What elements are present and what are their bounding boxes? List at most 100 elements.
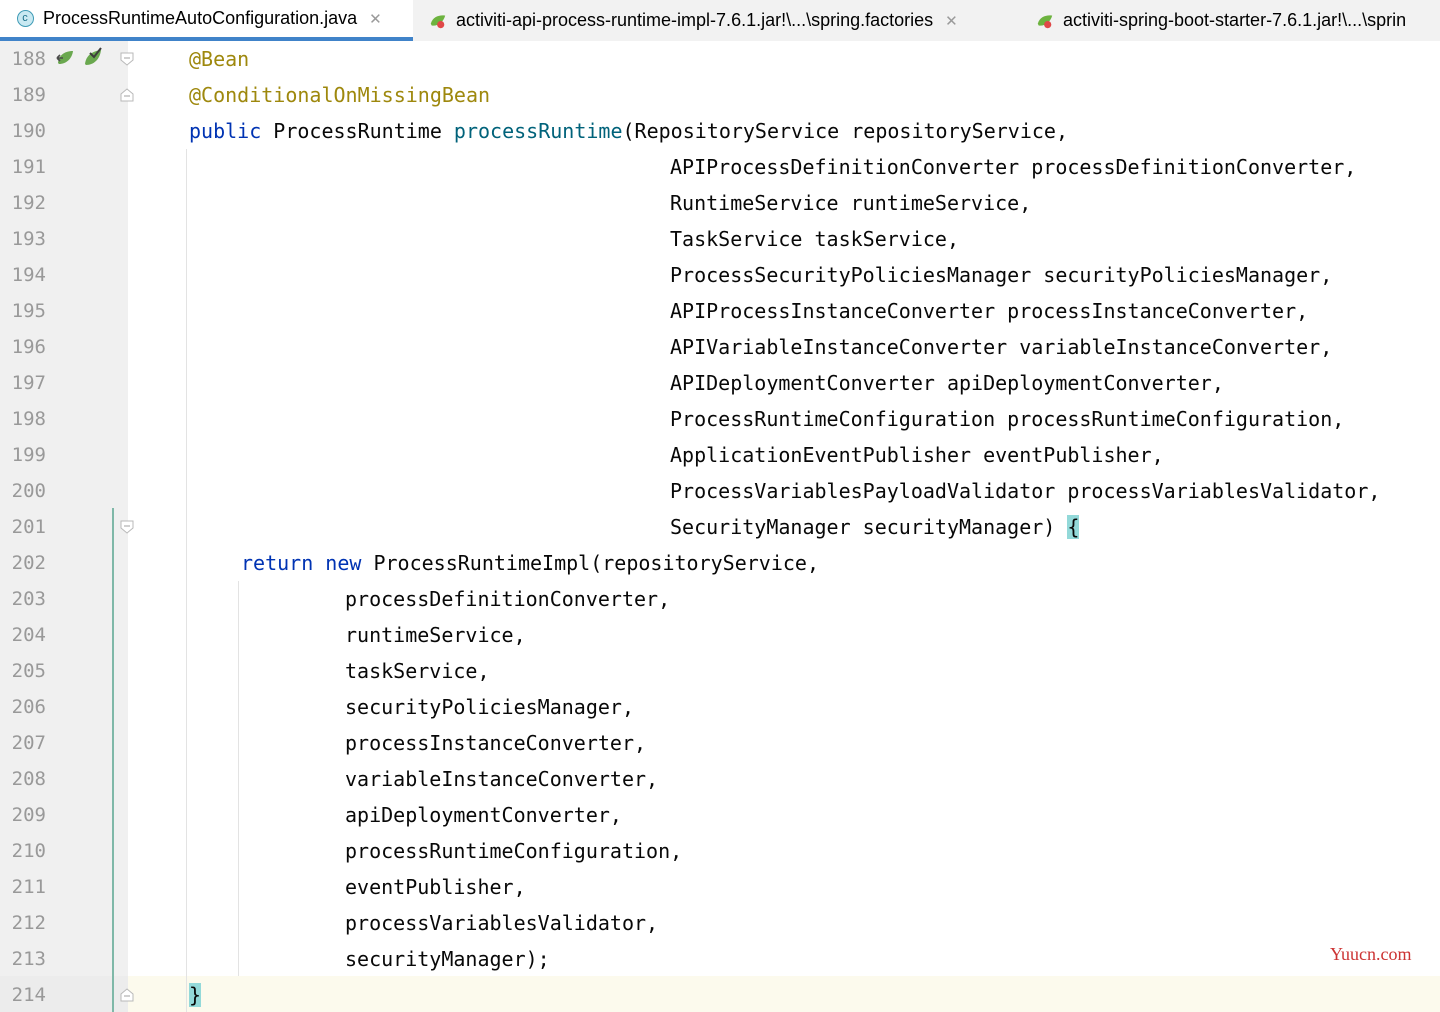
- line-number: 207: [11, 732, 46, 754]
- code-token: APIProcessDefinitionConverter processDef…: [670, 155, 1357, 179]
- code-text: APIVariableInstanceConverter variableIns…: [670, 329, 1332, 365]
- code-line[interactable]: 199 ApplicationEventPublisher eventPublis…: [0, 437, 1440, 473]
- line-number: 195: [11, 300, 46, 322]
- code-line[interactable]: 207 processInstanceConverter,: [0, 725, 1440, 761]
- java-class-icon: c: [16, 10, 34, 28]
- code-token: @Bean: [189, 47, 250, 71]
- code-text: ApplicationEventPublisher eventPublisher…: [670, 437, 1164, 473]
- line-number: 198: [11, 408, 46, 430]
- code-token: apiDeploymentConverter,: [345, 803, 622, 827]
- line-number: 208: [11, 768, 46, 790]
- close-icon[interactable]: ✕: [945, 12, 958, 30]
- code-token: variableInstanceConverter,: [345, 767, 659, 791]
- code-line[interactable]: 201 SecurityManager securityManager) {: [0, 509, 1440, 545]
- code-line[interactable]: 203 processDefinitionConverter,: [0, 581, 1440, 617]
- code-token: processRuntimeConfiguration,: [345, 839, 683, 863]
- code-text: APIProcessInstanceConverter processInsta…: [670, 293, 1308, 329]
- fold-marker-icon[interactable]: [120, 52, 134, 66]
- code-line[interactable]: 192 RuntimeService runtimeService,: [0, 185, 1440, 221]
- code-text: @Bean: [189, 41, 249, 77]
- code-token: runtimeService,: [345, 623, 526, 647]
- code-editor[interactable]: 188 @Bean 189 @ConditionalOnMissingBean 190 p…: [0, 41, 1440, 1012]
- line-number: 191: [11, 156, 46, 178]
- code-line[interactable]: 213 securityManager);: [0, 941, 1440, 977]
- code-text: APIProcessDefinitionConverter processDef…: [670, 149, 1356, 185]
- code-token: ProcessSecurityPoliciesManager securityP…: [670, 263, 1333, 287]
- tab-spring-boot-starter[interactable]: activiti-spring-boot-starter-7.6.1.jar!\…: [1020, 0, 1440, 41]
- code-token: processInstanceConverter,: [345, 731, 647, 755]
- code-line[interactable]: 197 APIDeploymentConverter apiDeploymentC…: [0, 365, 1440, 401]
- tab-label: ProcessRuntimeAutoConfiguration.java: [43, 8, 358, 28]
- code-token: eventPublisher,: [345, 875, 526, 899]
- code-text: ProcessSecurityPoliciesManager securityP…: [670, 257, 1332, 293]
- code-line[interactable]: 190 public ProcessRuntime processRuntime(…: [0, 113, 1440, 149]
- code-token: SecurityManager securityManager): [670, 515, 1068, 539]
- code-token: taskService,: [345, 659, 490, 683]
- line-number: 202: [11, 552, 46, 574]
- line-number: 206: [11, 696, 46, 718]
- code-token: (RepositoryService repositoryService,: [622, 119, 1069, 143]
- line-number: 199: [11, 444, 46, 466]
- code-token: new: [325, 551, 362, 575]
- code-text: eventPublisher,: [345, 869, 526, 905]
- code-line[interactable]: 198 ProcessRuntimeConfiguration processRu…: [0, 401, 1440, 437]
- code-line[interactable]: 194 ProcessSecurityPoliciesManager securi…: [0, 257, 1440, 293]
- code-token: APIProcessInstanceConverter processInsta…: [670, 299, 1309, 323]
- code-text: variableInstanceConverter,: [345, 761, 658, 797]
- code-line[interactable]: 209 apiDeploymentConverter,: [0, 797, 1440, 833]
- code-token: ProcessVariablesPayloadValidator process…: [670, 479, 1381, 503]
- code-line[interactable]: 202 return new ProcessRuntimeImpl(reposit…: [0, 545, 1440, 581]
- close-icon[interactable]: ✕: [369, 10, 382, 28]
- code-line[interactable]: 188 @Bean: [0, 41, 1440, 77]
- line-number: 203: [11, 588, 46, 610]
- code-text: public ProcessRuntime processRuntime(Rep…: [189, 113, 1068, 149]
- code-text: TaskService taskService,: [670, 221, 959, 257]
- code-token: return: [241, 551, 314, 575]
- code-line[interactable]: 205 taskService,: [0, 653, 1440, 689]
- code-token: ProcessRuntimeImpl(repositoryService,: [361, 551, 819, 575]
- code-line[interactable]: 208 variableInstanceConverter,: [0, 761, 1440, 797]
- code-text: securityManager);: [345, 941, 550, 977]
- code-token: {: [1067, 515, 1080, 539]
- line-number: 190: [11, 120, 46, 142]
- line-number: 213: [11, 948, 46, 970]
- fold-marker-icon[interactable]: [120, 520, 134, 534]
- line-number: 197: [11, 372, 46, 394]
- code-token: ApplicationEventPublisher eventPublisher…: [670, 443, 1164, 467]
- line-number: 211: [11, 876, 46, 898]
- code-text: securityPoliciesManager,: [345, 689, 634, 725]
- code-token: RuntimeService runtimeService,: [670, 191, 1032, 215]
- line-number: 192: [11, 192, 46, 214]
- code-token: @ConditionalOnMissingBean: [189, 83, 491, 107]
- code-line[interactable]: 214}: [0, 977, 1440, 1012]
- tab-process-runtime-auto-configuration[interactable]: c ProcessRuntimeAutoConfiguration.java ✕: [0, 0, 413, 41]
- fold-end-marker-icon[interactable]: [120, 988, 134, 1002]
- code-token: ProcessRuntime: [261, 119, 454, 143]
- code-token: TaskService taskService,: [670, 227, 959, 251]
- code-text: APIDeploymentConverter apiDeploymentConv…: [670, 365, 1224, 401]
- line-number: 210: [11, 840, 46, 862]
- code-line[interactable]: 189 @ConditionalOnMissingBean: [0, 77, 1440, 113]
- line-number: 209: [11, 804, 46, 826]
- code-line[interactable]: 212 processVariablesValidator,: [0, 905, 1440, 941]
- code-line[interactable]: 204 runtimeService,: [0, 617, 1440, 653]
- spring-factories-icon: [1036, 12, 1054, 30]
- code-line[interactable]: 210 processRuntimeConfiguration,: [0, 833, 1440, 869]
- code-line[interactable]: 211 eventPublisher,: [0, 869, 1440, 905]
- code-token: securityManager);: [345, 947, 550, 971]
- code-line[interactable]: 196 APIVariableInstanceConverter variable…: [0, 329, 1440, 365]
- code-text: }: [189, 977, 202, 1012]
- tab-spring-factories-impl[interactable]: activiti-api-process-runtime-impl-7.6.1.…: [413, 0, 1020, 41]
- code-text: apiDeploymentConverter,: [345, 797, 622, 833]
- code-line[interactable]: 206 securityPoliciesManager,: [0, 689, 1440, 725]
- tab-label: activiti-api-process-runtime-impl-7.6.1.…: [456, 10, 934, 30]
- code-line[interactable]: 195 APIProcessInstanceConverter processIn…: [0, 293, 1440, 329]
- line-number: 193: [11, 228, 46, 250]
- code-line[interactable]: 200 ProcessVariablesPayloadValidator proc…: [0, 473, 1440, 509]
- code-text: processVariablesValidator,: [345, 905, 658, 941]
- code-line[interactable]: 191 APIProcessDefinitionConverter process…: [0, 149, 1440, 185]
- code-line[interactable]: 193 TaskService taskService,: [0, 221, 1440, 257]
- code-token: ProcessRuntimeConfiguration processRunti…: [670, 407, 1345, 431]
- fold-end-marker-icon[interactable]: [120, 88, 134, 102]
- code-token: APIDeploymentConverter apiDeploymentConv…: [670, 371, 1224, 395]
